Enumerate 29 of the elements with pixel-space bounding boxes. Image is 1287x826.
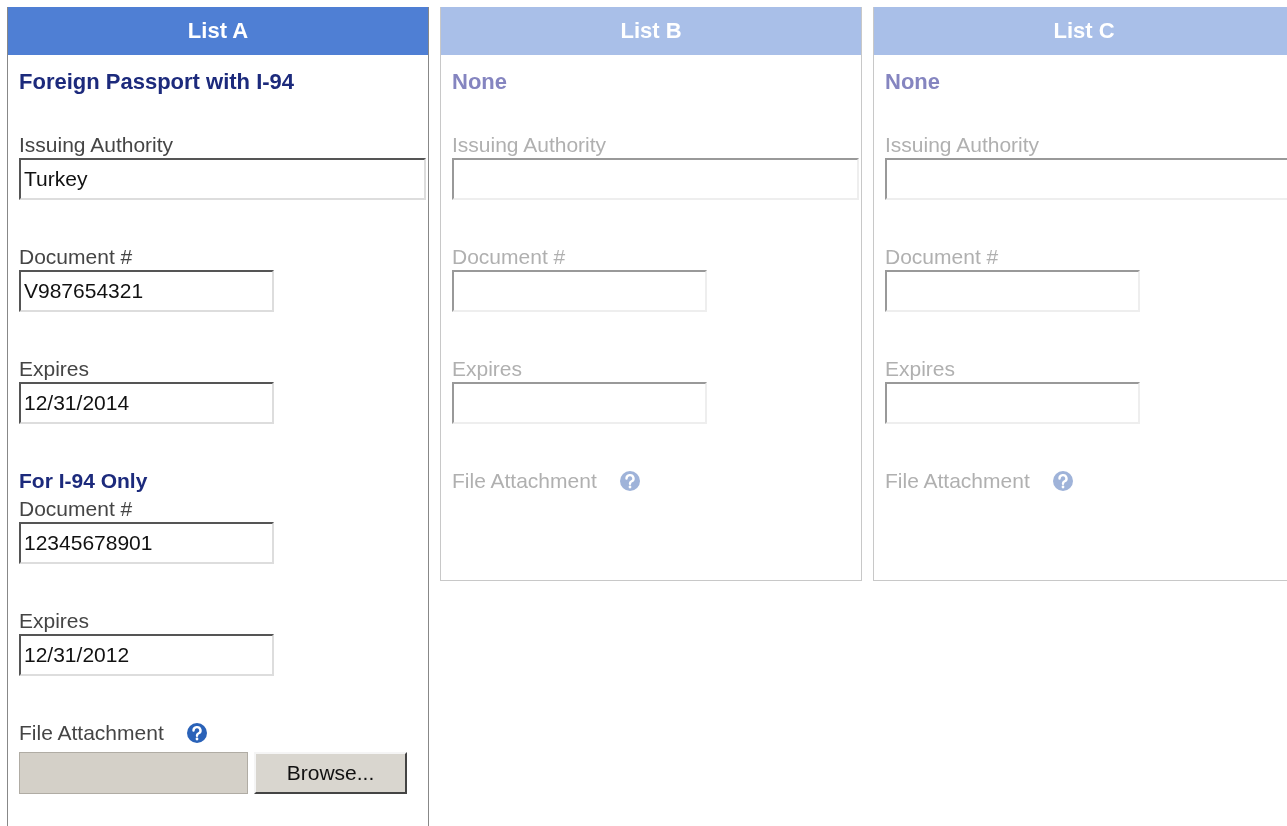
list-header: List A [8,7,428,55]
field-label: Expires [452,356,524,382]
file-path-field[interactable] [19,752,248,794]
field-label: Issuing Authority [452,132,608,158]
field-label: Document # [885,244,1000,270]
field-label: Issuing Authority [885,132,1041,158]
input-field[interactable]: 12345678901 [19,522,274,564]
field-label: Document # [19,244,134,270]
field-label: Expires [19,356,91,382]
input-field[interactable]: 12/31/2014 [19,382,274,424]
browse-button[interactable]: Browse... [254,752,407,794]
field-label: Document # [19,496,134,522]
document-title: None [452,68,508,96]
list-header: List B [441,7,861,55]
section-heading: For I-94 Only [19,468,149,494]
input-field[interactable]: Turkey [19,158,426,200]
field-label: File Attachment [452,468,597,494]
document-title: Foreign Passport with I-94 [19,68,296,96]
input-field[interactable]: 12/31/2012 [19,634,274,676]
field-label: Expires [19,608,91,634]
help-icon[interactable] [185,722,208,744]
input-field[interactable]: V987654321 [19,270,274,312]
list-header: List C [874,7,1287,55]
field-label: File Attachment [19,720,164,746]
document-title: None [885,68,941,96]
field-label: Issuing Authority [19,132,175,158]
field-label: Document # [452,244,567,270]
field-label: File Attachment [885,468,1030,494]
field-label: Expires [885,356,957,382]
